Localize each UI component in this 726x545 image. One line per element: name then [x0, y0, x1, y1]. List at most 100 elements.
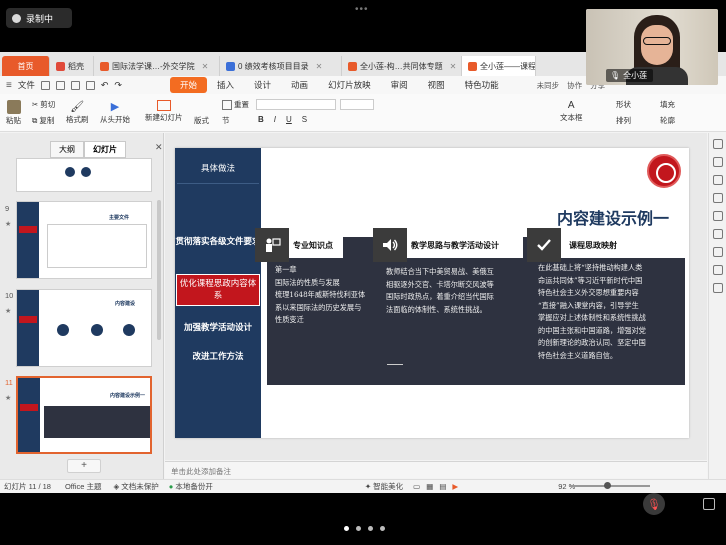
sidebar-item-1: 贯彻落实各级文件要求 [175, 237, 261, 247]
collaborate-button[interactable]: 协作 [567, 80, 582, 91]
paste-button[interactable]: 粘贴 [6, 100, 21, 126]
section-button[interactable]: 节 [222, 115, 230, 126]
outline-button[interactable]: 轮廓 [660, 115, 675, 126]
menu-animation[interactable]: 动画 [281, 79, 318, 91]
mute-microphone-icon[interactable]: 🎙 [643, 493, 665, 515]
menu-home[interactable]: 开始 [170, 77, 208, 93]
slide-thumbnail-10[interactable]: 内容建设 [16, 289, 152, 367]
tab-document-1[interactable]: 国际法学课…-外交学院 ✕ [94, 56, 220, 76]
webcam-view[interactable]: 🎙 全小莲 [586, 9, 718, 85]
page-dot[interactable] [380, 526, 385, 531]
backup-icon[interactable] [713, 247, 723, 257]
slide-thumbnail-8[interactable] [16, 158, 152, 192]
thumb-highlight [20, 404, 38, 411]
tab-home[interactable]: 首页 [2, 56, 50, 76]
copy-button[interactable]: ⧉ 复制 [32, 115, 54, 126]
presenter-name: 全小莲 [623, 71, 648, 80]
menu-insert[interactable]: 插入 [207, 79, 244, 91]
text-line: 相驱逐外交官、卡塔尔断交风波等 [386, 279, 494, 289]
preview-icon[interactable] [85, 80, 95, 90]
thumb-highlight [19, 226, 37, 233]
arrange-button[interactable]: 排列 [616, 115, 631, 126]
star-icon[interactable]: ★ [5, 394, 11, 402]
current-slide[interactable]: 具体做法 贯彻落实各级文件要求 加强教学活动设计 改进工作方法 优化课程思政内容… [175, 148, 689, 438]
slide-thumbnail-11[interactable]: 内容建设示例一 [16, 376, 152, 454]
shape-button[interactable]: 形状 [616, 99, 631, 110]
menu-slideshow[interactable]: 幻灯片放映 [318, 79, 381, 91]
protect-status[interactable]: 文档未保护 [121, 481, 159, 492]
close-icon[interactable]: ✕ [316, 62, 323, 71]
tab-outline[interactable]: 大纲 [50, 141, 84, 158]
normal-view-icon[interactable]: ▭ [413, 482, 420, 491]
sync-status[interactable]: 未同步 [537, 80, 560, 91]
tab-slides[interactable]: 幻灯片 [84, 141, 126, 158]
menu-view[interactable]: 视图 [418, 79, 455, 91]
close-icon[interactable]: ✕ [202, 62, 209, 71]
undo-icon[interactable]: ↶ [101, 80, 109, 91]
font-family-select[interactable] [256, 99, 336, 110]
open-icon[interactable] [55, 80, 65, 90]
from-start-button[interactable]: ▶ 从头开始 [100, 100, 130, 125]
page-dot[interactable] [344, 526, 349, 531]
layout-button[interactable]: 版式 [194, 115, 209, 126]
new-slide-button[interactable]: 新建幻灯片 [145, 100, 183, 123]
close-icon[interactable]: ✕ [155, 142, 163, 153]
more-icon[interactable]: ••• [355, 4, 369, 15]
print-icon[interactable] [70, 80, 80, 90]
menu-design[interactable]: 设计 [244, 79, 281, 91]
tab-document-active[interactable]: 全小莲——课程思政 [462, 56, 536, 76]
format-painter-button[interactable]: 🖌 格式刷 [66, 100, 89, 125]
reset-button[interactable]: 重置 [222, 99, 249, 110]
tab-docer[interactable]: 稻壳 [50, 56, 94, 76]
shape-icon[interactable] [713, 175, 723, 185]
star-icon[interactable]: ★ [5, 307, 11, 315]
style-icon[interactable] [713, 157, 723, 167]
close-icon[interactable]: ✕ [450, 62, 457, 71]
tab-label: 国际法学课…-外交学院 [112, 61, 195, 71]
italic-icon[interactable]: I [274, 115, 276, 124]
help-icon[interactable] [713, 283, 723, 293]
reading-view-icon[interactable]: ▤ [439, 482, 446, 491]
thumb-circle [65, 167, 75, 177]
settings-icon[interactable] [713, 265, 723, 275]
redo-icon[interactable]: ↷ [114, 80, 122, 91]
color-icon[interactable] [713, 211, 723, 221]
text-line: 系以来国际法的历史发展与 [275, 302, 362, 312]
star-icon[interactable]: ★ [5, 220, 11, 228]
ppt-file-icon [468, 61, 477, 71]
recording-indicator[interactable]: 录制中 [6, 8, 72, 28]
zoom-slider-handle[interactable] [604, 482, 611, 489]
play-icon[interactable]: ▶ [452, 482, 458, 491]
slide-number: 9 [5, 204, 10, 213]
sorter-view-icon[interactable]: ▦ [426, 482, 433, 491]
add-slide-button[interactable]: + [67, 459, 101, 473]
strike-icon[interactable]: S [302, 115, 307, 124]
tab-document-2[interactable]: 0 绩效考核项目目录 ✕ [220, 56, 342, 76]
page-dot[interactable] [368, 526, 373, 531]
backup-status[interactable]: 本地备份开 [175, 481, 213, 492]
fill-button[interactable]: 填充 [660, 99, 675, 110]
underline-icon[interactable]: U [286, 115, 292, 124]
font-size-select[interactable] [340, 99, 374, 110]
smart-beautify-button[interactable]: 智能美化 [373, 481, 403, 492]
page-dot[interactable] [356, 526, 361, 531]
animation-icon[interactable] [713, 193, 723, 203]
select-icon[interactable] [713, 139, 723, 149]
bold-icon[interactable]: B [258, 115, 264, 124]
fullscreen-icon[interactable] [703, 498, 715, 510]
tab-document-3[interactable]: 全小莲-构…共同体专题 ✕ [342, 56, 462, 76]
cut-button[interactable]: ✂ 剪切 [32, 99, 55, 110]
menu-review[interactable]: 审阅 [381, 79, 418, 91]
cloud-icon: ● [168, 482, 174, 491]
layout-icon[interactable] [713, 229, 723, 239]
textbox-button[interactable]: A 文本框 [560, 100, 583, 123]
menu-file[interactable]: 文件 [18, 79, 35, 91]
menu-special[interactable]: 特色功能 [455, 79, 509, 91]
hamburger-icon[interactable]: ≡ [6, 80, 12, 91]
tab-label: 0 绩效考核项目目录 [238, 61, 309, 71]
panel-scrollbar[interactable] [157, 200, 161, 340]
slide-thumbnail-9[interactable]: 主要文件 [16, 201, 152, 279]
page-indicator[interactable] [344, 526, 385, 531]
notes-area[interactable]: 单击此处添加备注 [165, 461, 707, 478]
save-icon[interactable] [40, 80, 50, 90]
